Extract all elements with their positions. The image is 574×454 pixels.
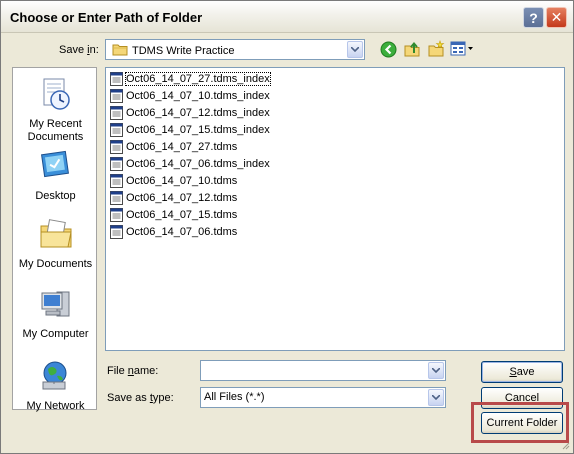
file-name: Oct06_14_07_12.tdms	[126, 192, 238, 204]
place-desktop[interactable]: Desktop	[13, 148, 98, 203]
close-button[interactable]: ✕	[546, 7, 567, 28]
file-name: Oct06_14_07_10.tdms	[126, 175, 238, 187]
file-icon	[110, 225, 123, 239]
chevron-down-icon[interactable]	[347, 41, 363, 58]
file-name: Oct06_14_07_12.tdms_index	[126, 107, 270, 119]
file-list[interactable]: Oct06_14_07_27.tdms_index Oct06_14_07_10.…	[105, 67, 565, 351]
file-name: Oct06_14_07_06.tdms	[126, 226, 238, 238]
save-button[interactable]: Save	[481, 361, 563, 383]
my-computer-icon	[41, 291, 69, 317]
help-button[interactable]: ?	[523, 7, 544, 28]
file-icon	[110, 123, 123, 137]
file-icon	[110, 208, 123, 222]
file-icon	[110, 72, 123, 86]
desktop-icon	[40, 150, 69, 178]
save-in-label: Save in:	[59, 44, 99, 56]
file-list-item[interactable]: Oct06_14_07_12.tdms_index	[110, 105, 270, 121]
recent-documents-icon	[43, 78, 70, 110]
dialog-window: Choose or Enter Path of Folder ? ✕ Save …	[0, 0, 574, 454]
file-list-item[interactable]: Oct06_14_07_15.tdms	[110, 207, 237, 223]
file-list-item[interactable]: Oct06_14_07_06.tdms	[110, 224, 237, 240]
file-list-item[interactable]: Oct06_14_07_06.tdms_index	[110, 156, 270, 172]
place-my-computer[interactable]: My Computer	[13, 286, 98, 341]
chevron-down-icon[interactable]	[428, 389, 444, 406]
file-list-item[interactable]: Oct06_14_07_15.tdms_index	[110, 122, 270, 138]
places-bar: My Recent Documents Desktop My Documents	[12, 67, 98, 413]
file-name-input[interactable]	[200, 360, 446, 381]
file-list-item[interactable]: Oct06_14_07_27.tdms	[110, 139, 237, 155]
file-list-item[interactable]: Oct06_14_07_10.tdms_index	[110, 88, 270, 104]
file-name-label: File name:	[107, 365, 159, 377]
new-folder-icon[interactable]	[426, 39, 446, 59]
folder-icon	[112, 44, 128, 56]
my-documents-icon	[40, 219, 72, 248]
place-my-documents[interactable]: My Documents	[13, 216, 98, 271]
chevron-down-icon[interactable]	[428, 362, 444, 379]
my-network-icon	[42, 361, 66, 390]
file-name: Oct06_14_07_27.tdms	[126, 141, 238, 153]
file-icon	[110, 106, 123, 120]
title-bar[interactable]: Choose or Enter Path of Folder ? ✕	[1, 1, 573, 33]
file-list-item[interactable]: Oct06_14_07_12.tdms	[110, 190, 237, 206]
file-icon	[110, 191, 123, 205]
save-in-dropdown[interactable]: TDMS Write Practice	[105, 39, 365, 60]
resize-grip-icon[interactable]	[560, 440, 570, 450]
back-icon[interactable]	[378, 39, 398, 59]
current-folder-name: TDMS Write Practice	[132, 45, 235, 57]
file-list-item[interactable]: Oct06_14_07_10.tdms	[110, 173, 237, 189]
file-list-item[interactable]: Oct06_14_07_27.tdms_index	[110, 71, 271, 87]
file-name: Oct06_14_07_27.tdms_index	[125, 72, 271, 86]
close-icon: ✕	[550, 9, 563, 25]
file-icon	[110, 89, 123, 103]
file-icon	[110, 140, 123, 154]
place-my-recent-documents[interactable]: My Recent Documents	[13, 76, 98, 144]
save-as-type-dropdown[interactable]: All Files (*.*)	[200, 387, 446, 408]
window-title: Choose or Enter Path of Folder	[10, 10, 203, 25]
highlight-annotation	[471, 402, 569, 443]
file-name: Oct06_14_07_15.tdms	[126, 209, 238, 221]
file-name: Oct06_14_07_10.tdms_index	[126, 90, 270, 102]
file-name: Oct06_14_07_06.tdms_index	[126, 158, 270, 170]
place-my-network[interactable]: My Network	[13, 358, 98, 413]
up-folder-icon[interactable]	[402, 39, 422, 59]
file-name: Oct06_14_07_15.tdms_index	[126, 124, 270, 136]
file-icon	[110, 157, 123, 171]
views-menu-icon[interactable]	[450, 39, 474, 59]
help-icon: ?	[529, 9, 538, 26]
file-icon	[110, 174, 123, 188]
save-as-type-label: Save as type:	[107, 392, 174, 404]
